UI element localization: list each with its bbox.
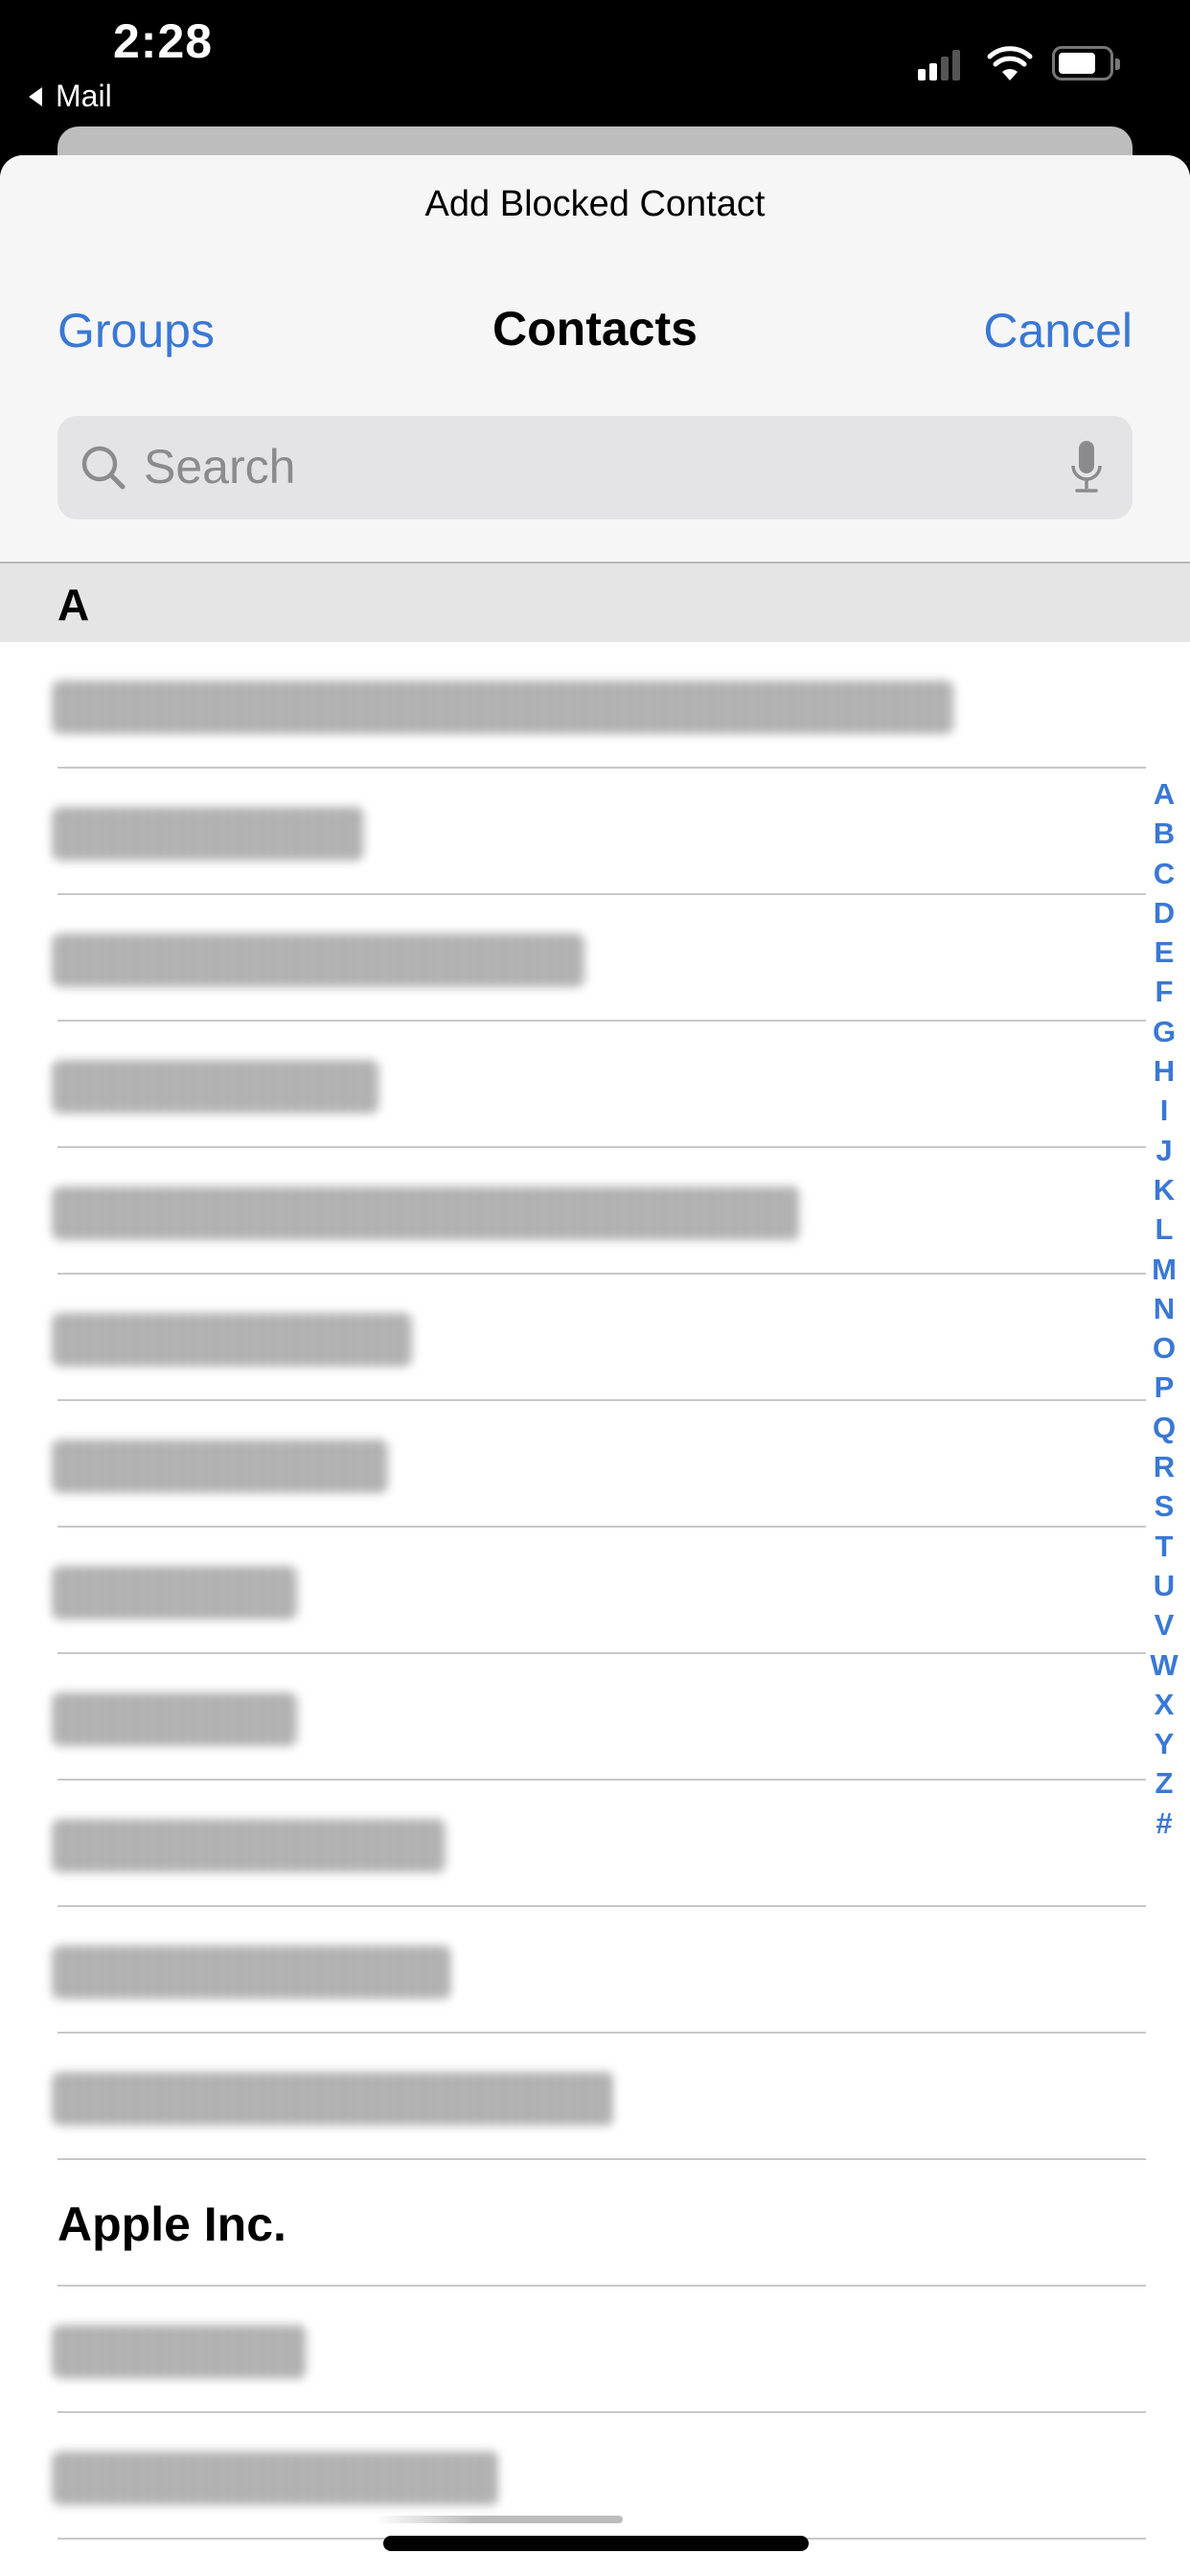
contact-picker-sheet: Add Blocked Contact Groups Contacts Canc… [0,155,1190,2576]
index-letter[interactable]: T [1156,1527,1174,1566]
contact-row[interactable] [0,2287,1190,2413]
index-letter[interactable]: Q [1153,1408,1176,1447]
search-icon [81,446,126,490]
back-app-label: Mail [56,79,112,113]
contact-row[interactable] [0,769,1190,895]
redacted-contact-name [53,1945,450,1999]
home-indicator[interactable] [383,2536,809,2551]
contact-row[interactable] [0,1148,1190,1275]
battery-icon [1052,46,1120,80]
status-bar: 2:28 Mail [0,0,1190,125]
index-letter[interactable]: B [1154,814,1175,853]
groups-button[interactable]: Groups [57,303,215,358]
cellular-signal-icon [918,50,960,80]
contact-row[interactable] [0,2034,1190,2160]
scroll-indicator [374,2516,623,2523]
index-letter[interactable]: R [1154,1447,1175,1486]
index-letter[interactable]: Z [1156,1763,1174,1803]
index-letter[interactable]: A [1154,774,1175,814]
wifi-icon [987,46,1033,80]
index-letter[interactable]: Y [1155,1724,1175,1763]
alphabet-index[interactable]: A B C D E F G H I J K L M N O P Q R S T U V W X Y Z # [1148,774,1180,1843]
index-letter[interactable]: O [1153,1328,1176,1368]
redacted-contact-name [53,1819,446,1873]
search-placeholder: Search [144,440,296,494]
contact-name: Apple Inc. [57,2197,286,2251]
index-letter[interactable]: W [1150,1645,1178,1685]
section-header-a: A [0,564,1190,642]
index-letter[interactable]: X [1155,1685,1175,1724]
redacted-contact-name [53,1313,412,1367]
index-letter[interactable]: J [1156,1131,1172,1170]
index-letter[interactable]: U [1154,1566,1175,1605]
contact-row[interactable] [0,1781,1190,1907]
contact-list: Apple Inc. [0,642,1190,2540]
section-letter: A [57,580,90,630]
redacted-contact-name [53,1060,378,1114]
back-triangle-icon [29,86,42,106]
microphone-icon[interactable] [1067,439,1106,496]
contact-row[interactable] [0,1907,1190,2034]
sheet-prompt: Add Blocked Contact [424,184,766,224]
index-letter[interactable]: # [1156,1804,1172,1843]
redacted-contact-name [53,2072,613,2126]
redacted-contact-name [53,2325,307,2379]
redacted-contact-name [53,1566,297,1620]
index-letter[interactable]: P [1155,1368,1175,1407]
index-letter[interactable]: M [1152,1250,1177,1289]
back-to-mail-link[interactable]: Mail [29,79,112,114]
redacted-contact-name [53,680,953,734]
index-letter[interactable]: D [1154,893,1175,932]
redacted-contact-name [53,1186,800,1240]
index-letter[interactable]: N [1154,1289,1175,1328]
contact-row[interactable] [0,642,1190,769]
status-time: 2:28 [113,14,214,68]
cancel-button[interactable]: Cancel [983,303,1133,358]
index-letter[interactable]: E [1155,932,1175,972]
contact-row[interactable] [0,1022,1190,1148]
sheet-header: Add Blocked Contact Groups Contacts Canc… [0,155,1190,564]
contact-row[interactable] [0,1275,1190,1401]
redacted-contact-name [53,1692,297,1746]
redacted-contact-name [53,1439,388,1493]
index-letter[interactable]: V [1155,1605,1175,1644]
contact-row[interactable] [0,1654,1190,1781]
index-letter[interactable]: C [1154,854,1175,893]
index-letter[interactable]: K [1154,1170,1175,1209]
index-letter[interactable]: G [1153,1012,1176,1051]
contact-row[interactable] [0,895,1190,1022]
index-letter[interactable]: I [1160,1091,1169,1130]
index-letter[interactable]: F [1156,972,1174,1011]
index-letter[interactable]: L [1156,1209,1174,1249]
redacted-contact-name [53,933,584,987]
redacted-contact-name [53,807,364,861]
contact-row[interactable] [0,1528,1190,1654]
index-letter[interactable]: H [1154,1051,1175,1091]
index-letter[interactable]: S [1155,1486,1175,1526]
contact-row[interactable]: Apple Inc. [0,2160,1190,2287]
contact-row[interactable] [0,1401,1190,1528]
redacted-contact-name [53,2451,498,2505]
search-input[interactable]: Search [57,416,1133,519]
